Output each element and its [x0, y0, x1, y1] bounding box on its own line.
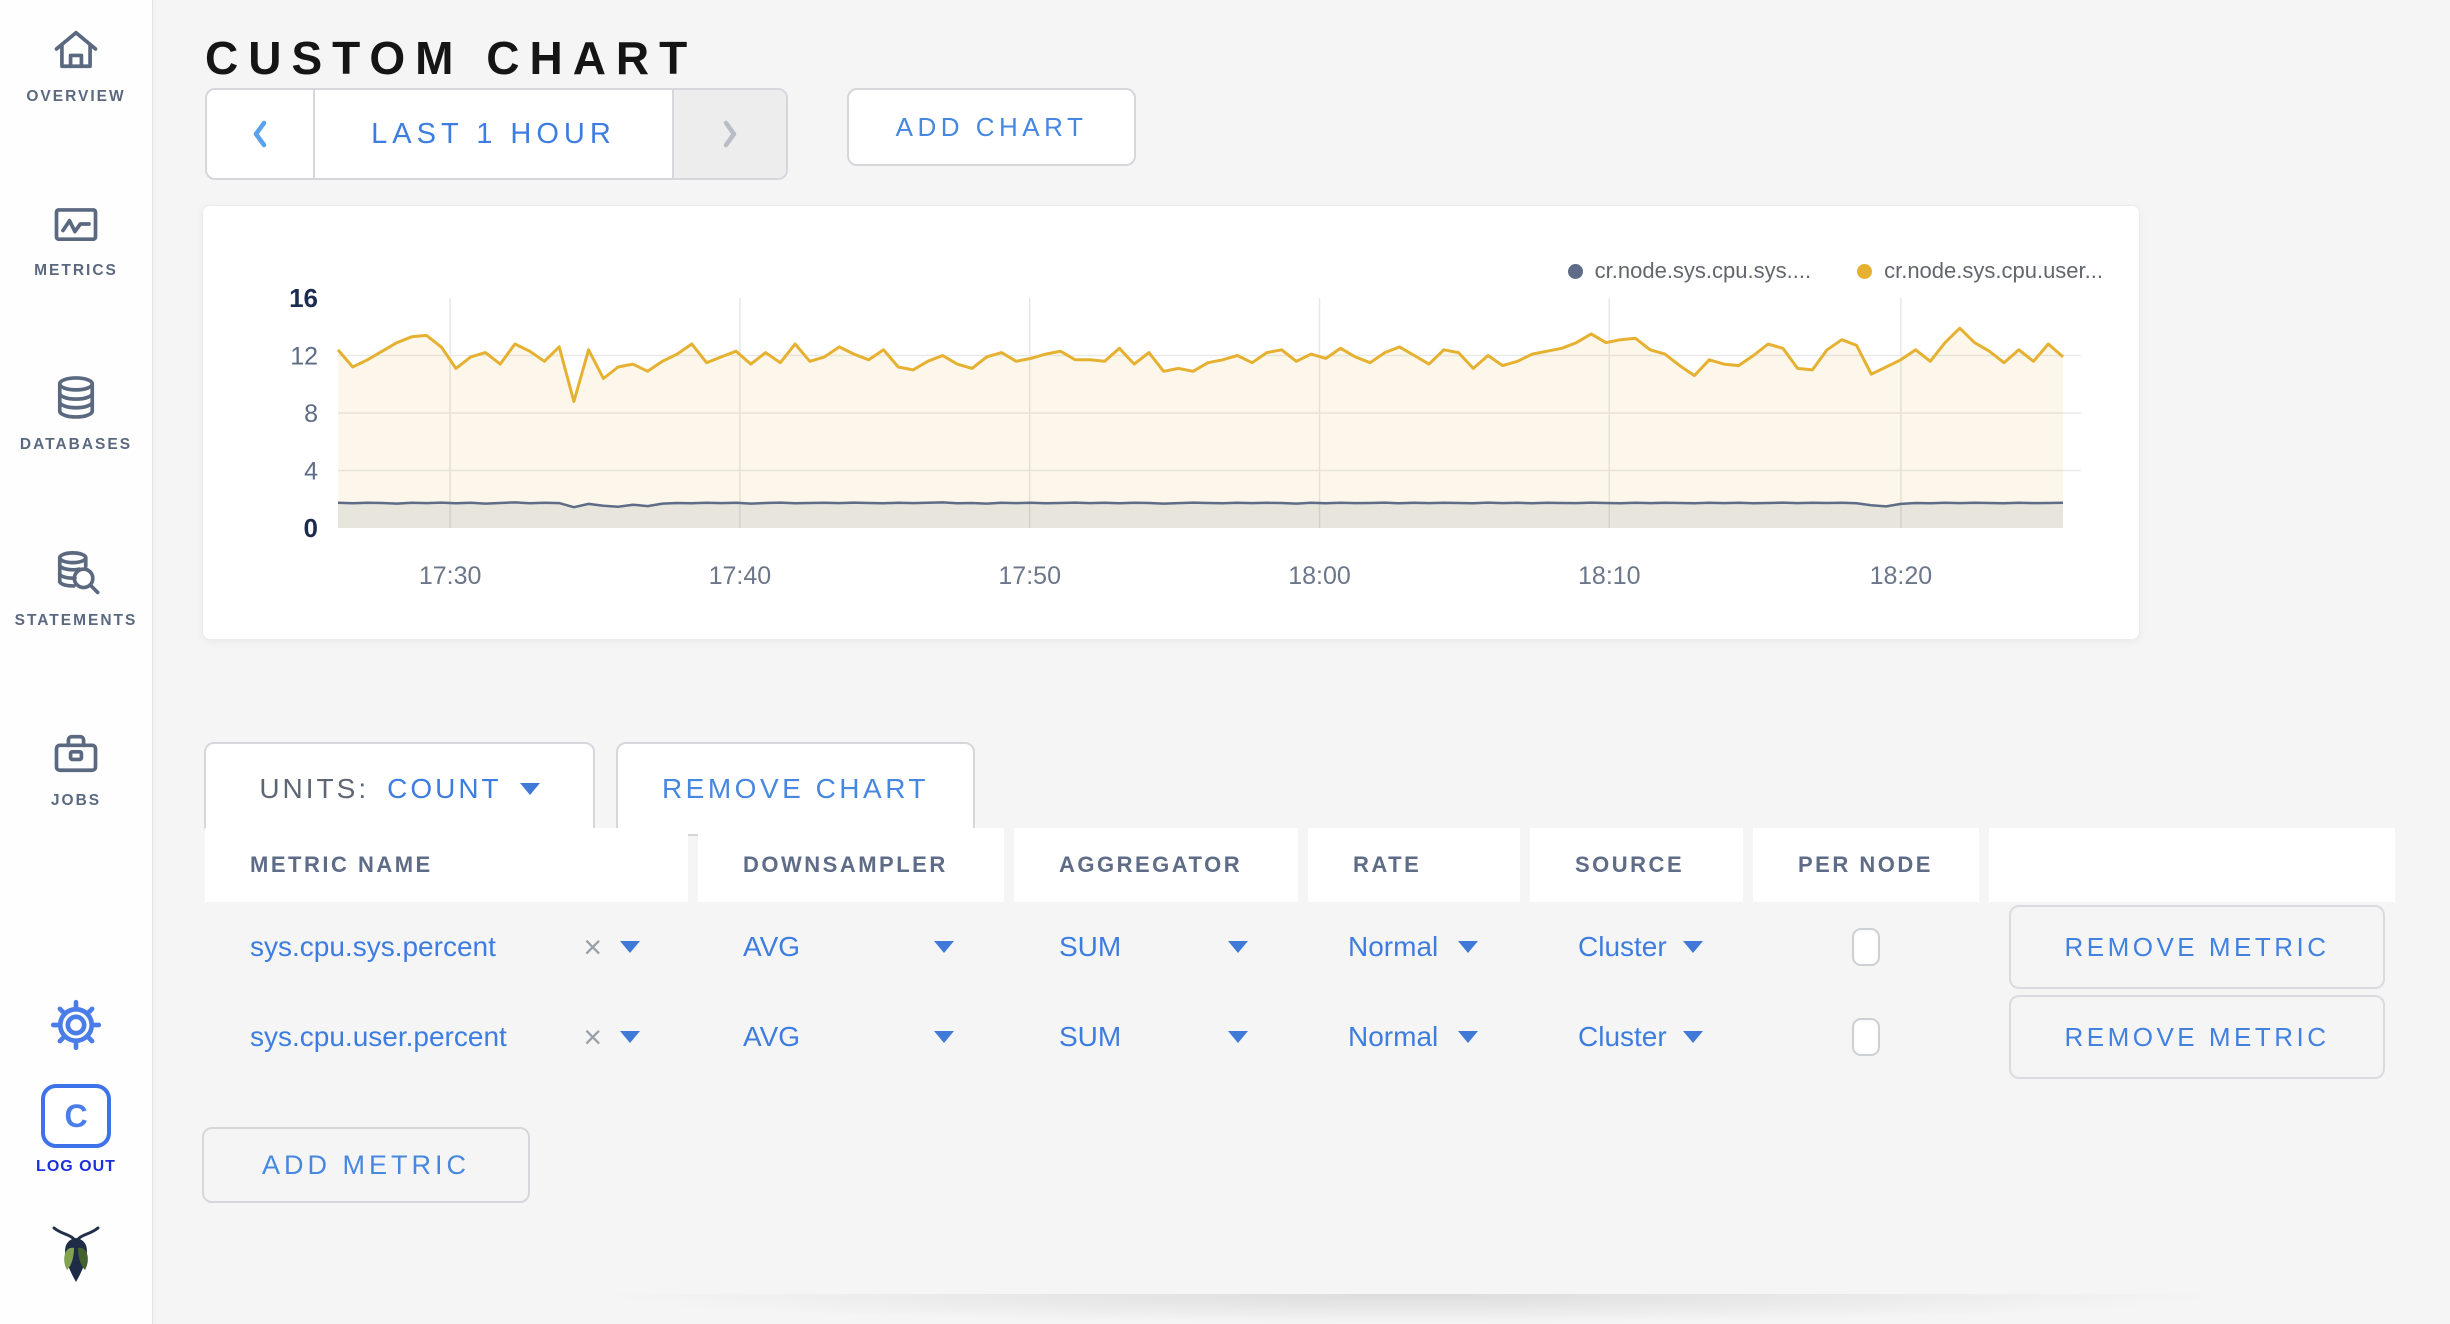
caret-down-icon	[934, 941, 954, 953]
statements-search-icon	[50, 548, 102, 600]
downsampler-dropdown[interactable]: AVG	[698, 902, 1004, 992]
legend-item-sys[interactable]: cr.node.sys.cpu.sys....	[1567, 258, 1812, 284]
metrics-table: METRIC NAME DOWNSAMPLER AGGREGATOR RATE …	[205, 828, 2395, 1082]
metrics-table-header: METRIC NAME DOWNSAMPLER AGGREGATOR RATE …	[205, 828, 2395, 902]
svg-text:17:50: 17:50	[998, 562, 1061, 590]
legend-label: cr.node.sys.cpu.sys....	[1594, 258, 1812, 283]
caret-down-icon	[620, 1031, 640, 1043]
source-dropdown[interactable]: Cluster	[1530, 902, 1743, 992]
svg-text:18:20: 18:20	[1870, 562, 1933, 590]
column-header-downsampler: DOWNSAMPLER	[698, 828, 1004, 902]
metrics-chart-icon	[50, 198, 102, 250]
metric-name[interactable]: sys.cpu.user.percent	[250, 1021, 507, 1053]
remove-metric-button[interactable]: REMOVE METRIC	[2009, 905, 2385, 989]
gear-icon	[48, 997, 104, 1053]
per-node-checkbox[interactable]	[1852, 1018, 1880, 1056]
svg-text:17:40: 17:40	[709, 562, 772, 590]
svg-text:18:00: 18:00	[1288, 562, 1351, 590]
caret-down-icon	[519, 783, 540, 795]
rate-dropdown[interactable]: Normal	[1308, 992, 1520, 1082]
svg-text:16: 16	[289, 283, 318, 313]
sidebar-item-label: METRICS	[34, 262, 118, 279]
sidebar-item-label: STATEMENTS	[14, 612, 138, 629]
metric-row: sys.cpu.sys.percent × AVG SUM Normal Clu…	[205, 902, 2395, 992]
sidebar-item-label: OVERVIEW	[26, 88, 126, 105]
metric-row: sys.cpu.user.percent × AVG SUM Normal Cl…	[205, 992, 2395, 1082]
time-range-label[interactable]: LAST 1 HOUR	[315, 90, 672, 178]
svg-text:18:10: 18:10	[1578, 562, 1641, 590]
legend-label: cr.node.sys.cpu.user...	[1884, 258, 2103, 283]
page-title: CUSTOM CHART	[205, 31, 698, 84]
units-dropdown[interactable]: UNITS: COUNT	[204, 742, 595, 836]
logout-button[interactable]: C LOG OUT	[0, 1084, 152, 1176]
remove-metric-button[interactable]: REMOVE METRIC	[2009, 995, 2385, 1079]
sidebar-item-statements[interactable]: STATEMENTS	[0, 548, 152, 630]
metric-name-dropdown[interactable]: ×	[583, 931, 640, 963]
aggregator-dropdown[interactable]: SUM	[1014, 992, 1298, 1082]
legend-item-user[interactable]: cr.node.sys.cpu.user...	[1857, 258, 2103, 284]
column-header-metric-name: METRIC NAME	[205, 828, 688, 902]
settings-button[interactable]	[0, 997, 152, 1053]
svg-text:17:30: 17:30	[419, 562, 482, 590]
column-header-source: SOURCE	[1530, 828, 1743, 902]
svg-text:4: 4	[304, 458, 318, 486]
brand-logo	[0, 1222, 152, 1286]
svg-text:8: 8	[304, 400, 318, 428]
caret-down-icon	[620, 941, 640, 953]
downsampler-dropdown[interactable]: AVG	[698, 992, 1004, 1082]
svg-text:0: 0	[304, 513, 318, 543]
sidebar-item-metrics[interactable]: METRICS	[0, 198, 152, 280]
sidebar-item-databases[interactable]: DATABASES	[0, 372, 152, 454]
briefcase-icon	[50, 728, 102, 780]
svg-text:12: 12	[290, 343, 318, 371]
source-dropdown[interactable]: Cluster	[1530, 992, 1743, 1082]
sidebar-item-label: JOBS	[50, 792, 102, 809]
time-range-next-button[interactable]	[672, 90, 786, 178]
cockroachdb-bug-logo	[50, 1222, 102, 1286]
aggregator-dropdown[interactable]: SUM	[1014, 902, 1298, 992]
units-label: UNITS:	[259, 773, 370, 804]
column-header-actions	[1989, 828, 2395, 902]
chart-panel: 17:30 17:40 17:50 18:00 18:10 18:20 16 12 8 4 0 cr…	[202, 205, 2140, 640]
chevron-right-icon	[723, 120, 737, 148]
caret-down-icon	[934, 1031, 954, 1043]
caret-down-icon	[1458, 1031, 1478, 1043]
caret-down-icon	[1228, 1031, 1248, 1043]
time-range-prev-button[interactable]	[207, 90, 315, 178]
add-chart-button[interactable]: ADD CHART	[847, 88, 1136, 166]
legend-dot-sys	[1567, 263, 1583, 279]
bottom-shadow	[590, 1294, 2230, 1324]
cockroach-c-icon: C	[41, 1084, 111, 1148]
caret-down-icon	[1683, 1031, 1703, 1043]
caret-down-icon	[1683, 941, 1703, 953]
chart-legend: cr.node.sys.cpu.sys.... cr.node.sys.cpu.…	[1567, 258, 2103, 284]
sidebar-item-overview[interactable]: OVERVIEW	[0, 24, 152, 106]
per-node-checkbox[interactable]	[1852, 928, 1880, 966]
sidebar-item-label: DATABASES	[19, 436, 133, 453]
rate-dropdown[interactable]: Normal	[1308, 902, 1520, 992]
caret-down-icon	[1228, 941, 1248, 953]
sidebar: OVERVIEW METRICS DATABASES STATEMENTS JO…	[0, 0, 153, 1324]
metric-name-dropdown[interactable]: ×	[583, 1021, 640, 1053]
metric-name[interactable]: sys.cpu.sys.percent	[250, 931, 496, 963]
main-content: CUSTOM CHART LAST 1 HOUR ADD CHART 17:30…	[152, 0, 2450, 1324]
x-icon[interactable]: ×	[583, 931, 602, 963]
units-value: COUNT	[387, 773, 502, 804]
caret-down-icon	[1458, 941, 1478, 953]
chevron-left-icon	[253, 120, 267, 148]
database-icon	[50, 372, 102, 424]
column-header-aggregator: AGGREGATOR	[1014, 828, 1298, 902]
add-metric-button[interactable]: ADD METRIC	[202, 1127, 530, 1203]
logout-label: LOG OUT	[36, 1158, 116, 1175]
home-icon	[50, 24, 102, 76]
legend-dot-user	[1857, 263, 1873, 279]
column-header-rate: RATE	[1308, 828, 1520, 902]
time-range-picker: LAST 1 HOUR	[205, 88, 788, 180]
column-header-per-node: PER NODE	[1753, 828, 1979, 902]
x-icon[interactable]: ×	[583, 1021, 602, 1053]
remove-chart-button[interactable]: REMOVE CHART	[616, 742, 975, 836]
sidebar-item-jobs[interactable]: JOBS	[0, 728, 152, 810]
